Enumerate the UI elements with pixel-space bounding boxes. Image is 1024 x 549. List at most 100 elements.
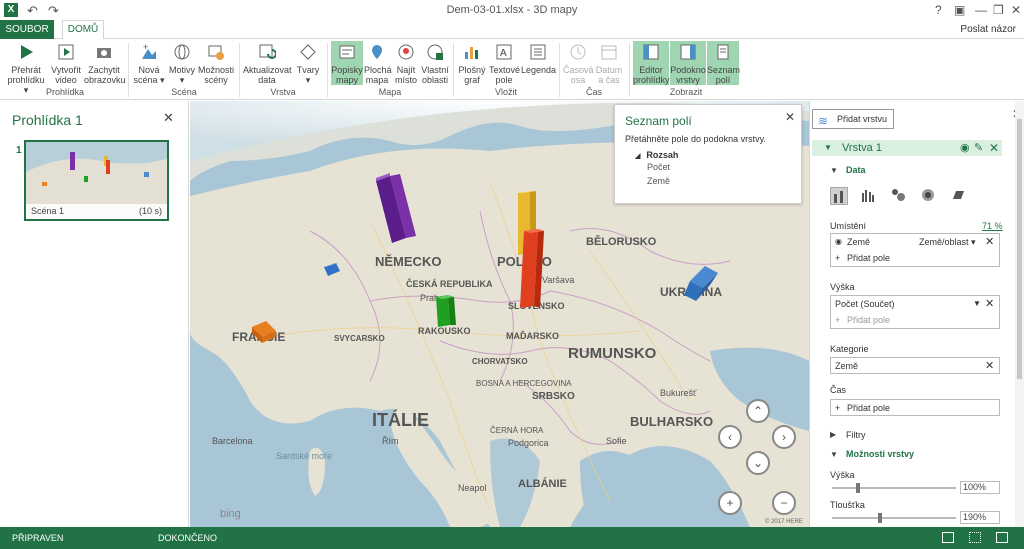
scene-thumbnail[interactable]: Scéna 1 (10 s) bbox=[24, 140, 169, 221]
date-time-button[interactable]: Datum a čas bbox=[594, 41, 624, 85]
normal-view-icon[interactable] bbox=[942, 532, 954, 543]
layer-pane-scrollbar[interactable] bbox=[1015, 101, 1024, 527]
zoom-out-button[interactable]: − bbox=[772, 491, 796, 515]
scene-caption: Scéna 1 (10 s) bbox=[26, 204, 167, 219]
bar-austria[interactable] bbox=[436, 295, 456, 327]
video-icon bbox=[55, 41, 77, 63]
layer-header[interactable]: ▼ Vrstva 1 ◉ ✎ ✕ bbox=[812, 140, 1002, 156]
pencil-icon[interactable]: ✎ bbox=[974, 140, 983, 156]
fullscreen-icon[interactable] bbox=[996, 532, 1008, 543]
close-field-list-icon[interactable]: ✕ bbox=[785, 110, 795, 124]
ribbon-options-icon[interactable]: ▣ bbox=[954, 3, 965, 17]
thickness-value-input[interactable]: 190% bbox=[960, 511, 1000, 524]
timeline-button[interactable]: Časová osa bbox=[563, 41, 594, 85]
refresh-data-button[interactable]: Aktualizovat data bbox=[243, 41, 292, 85]
group-label-scene: Scéna bbox=[171, 87, 197, 97]
plus-icon: + bbox=[835, 315, 841, 325]
scene-options-button[interactable]: Možnosti scény bbox=[198, 41, 234, 85]
window-title: Dem-03-01.xlsx - 3D mapy bbox=[446, 4, 578, 16]
height-field-row[interactable]: Počet (Součet) ▼ ✕ bbox=[831, 296, 999, 312]
collapse-triangle-icon[interactable]: ▼ bbox=[830, 450, 838, 459]
close-window-icon[interactable]: ✕ bbox=[1011, 3, 1021, 17]
field-list-range[interactable]: ◢ Rozsah bbox=[635, 150, 678, 160]
tilt-down-button[interactable]: ⌄ bbox=[746, 451, 770, 475]
map-label-montenegro: ČERNÁ HORA bbox=[490, 426, 544, 435]
field-list-title: Seznam polí bbox=[625, 114, 692, 128]
text-box-button[interactable]: A Textové pole bbox=[489, 41, 520, 85]
radio-icon[interactable]: ◉ bbox=[835, 234, 842, 250]
layer-options-title: Možnosti vrstvy bbox=[846, 449, 915, 459]
field-item-count[interactable]: Počet bbox=[647, 162, 670, 172]
region-icon bbox=[953, 191, 964, 199]
themes-button[interactable]: Motivy ▾ bbox=[167, 41, 197, 85]
minimize-icon[interactable]: — bbox=[975, 3, 987, 17]
category-field-row[interactable]: Země ✕ bbox=[831, 358, 999, 374]
add-layer-button[interactable]: ≋ Přidat vrstvu bbox=[812, 109, 894, 129]
map-label-bulgaria: BULHARSKO bbox=[630, 414, 713, 429]
help-button[interactable]: ? bbox=[935, 3, 942, 17]
field-list-button[interactable]: Seznam polí bbox=[707, 41, 740, 85]
add-height-field[interactable]: + Přidat pole bbox=[831, 312, 999, 328]
viz-region-button[interactable] bbox=[950, 187, 968, 205]
map-label-croatia: CHORVATSKO bbox=[472, 357, 528, 366]
new-scene-button[interactable]: + Nová scéna ▾ bbox=[133, 41, 165, 85]
rotate-right-button[interactable]: › bbox=[772, 425, 796, 449]
height-slider[interactable] bbox=[832, 483, 956, 493]
map-label-austria: RAKOUSKO bbox=[418, 326, 471, 336]
tour-title: Prohlídka 1 bbox=[12, 112, 83, 128]
scrollbar-thumb[interactable] bbox=[1017, 119, 1022, 379]
map-label-italy: ITÁLIE bbox=[372, 409, 429, 430]
legend-button[interactable]: Legenda bbox=[521, 41, 556, 75]
tour-editor-button[interactable]: Editor prohlídky bbox=[633, 41, 670, 85]
layer-pane-button[interactable]: Podokno vrstvy bbox=[670, 41, 706, 85]
create-video-button[interactable]: Vytvořit video bbox=[48, 41, 84, 85]
viz-stacked-column-button[interactable] bbox=[830, 187, 848, 205]
group-label-tour: Prohlídka bbox=[45, 87, 85, 97]
add-location-field[interactable]: + Přidat pole bbox=[831, 250, 999, 266]
field-item-country[interactable]: Země bbox=[647, 176, 670, 186]
tab-file[interactable]: SOUBOR bbox=[0, 20, 54, 39]
remove-field-icon[interactable]: ✕ bbox=[985, 358, 994, 374]
feedback-link[interactable]: Poslat názor bbox=[960, 24, 1016, 35]
new-scene-icon: + bbox=[138, 41, 160, 63]
close-tour-pane-icon[interactable]: ✕ bbox=[163, 110, 174, 126]
tab-home[interactable]: DOMŮ bbox=[62, 20, 104, 40]
collapse-triangle-icon[interactable]: ▼ bbox=[824, 140, 832, 156]
filters-section[interactable]: Filtry bbox=[846, 430, 866, 440]
delete-layer-icon[interactable]: ✕ bbox=[989, 140, 999, 156]
rotate-left-button[interactable]: ‹ bbox=[718, 425, 742, 449]
map-city-sofia: Sofie bbox=[606, 436, 627, 446]
custom-regions-button[interactable]: Vlastní oblasti bbox=[421, 41, 449, 85]
slider-handle[interactable] bbox=[856, 483, 860, 493]
clock-icon bbox=[567, 41, 589, 63]
shapes-button[interactable]: Tvary ▾ bbox=[294, 41, 322, 85]
add-time-field[interactable]: + Přidat pole bbox=[831, 400, 999, 416]
collapse-triangle-icon[interactable]: ▼ bbox=[830, 166, 838, 175]
map-label-bosnia: BOSNA A HERCEGOVINA bbox=[476, 379, 572, 388]
height-value-input[interactable]: 100% bbox=[960, 481, 1000, 494]
remove-field-icon[interactable]: ✕ bbox=[985, 234, 994, 250]
chart-2d-button[interactable]: Plošný graf bbox=[457, 41, 487, 85]
viz-bubble-button[interactable] bbox=[890, 187, 908, 205]
flat-map-button[interactable]: Plochá mapa bbox=[364, 41, 392, 85]
location-field-row[interactable]: ◉ Země Země/oblast ▾ ✕ bbox=[831, 234, 999, 250]
thickness-slider[interactable] bbox=[832, 513, 956, 523]
viz-heatmap-button[interactable] bbox=[920, 187, 938, 205]
expand-triangle-icon[interactable]: ▶ bbox=[830, 430, 836, 439]
restore-icon[interactable]: ❐ bbox=[993, 3, 1004, 17]
location-type-select[interactable]: Země/oblast ▾ bbox=[919, 234, 976, 250]
bar-poland-red[interactable] bbox=[520, 229, 544, 308]
eye-icon[interactable]: ◉ bbox=[960, 140, 970, 156]
dropdown-icon[interactable]: ▼ bbox=[973, 296, 981, 312]
slider-handle[interactable] bbox=[878, 513, 882, 523]
map-labels-button[interactable]: Popisky mapy bbox=[331, 41, 363, 85]
tilt-up-button[interactable]: ⌃ bbox=[746, 399, 770, 423]
zoom-in-button[interactable]: + bbox=[718, 491, 742, 515]
location-match-percent[interactable]: 71 % bbox=[982, 221, 1003, 231]
remove-field-icon[interactable]: ✕ bbox=[985, 296, 994, 312]
find-location-button[interactable]: Najít místo bbox=[393, 41, 419, 85]
map-copyright: © 2017 HERE bbox=[765, 518, 803, 525]
viz-clustered-column-button[interactable] bbox=[860, 187, 878, 205]
fit-view-icon[interactable] bbox=[969, 532, 981, 543]
capture-screen-button[interactable]: Zachytit obrazovku bbox=[84, 41, 126, 85]
